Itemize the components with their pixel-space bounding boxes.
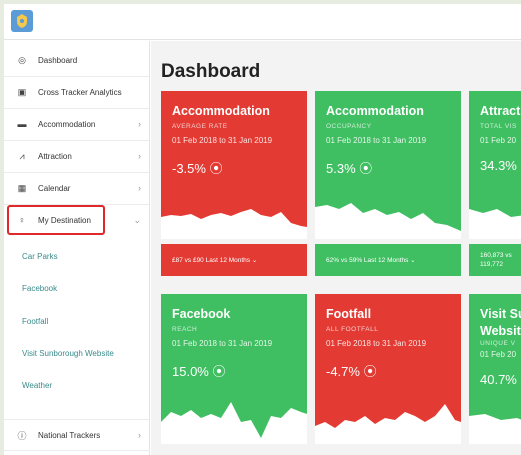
sidebar-item-calendar[interactable]: ▦ Calendar › — [4, 173, 150, 205]
calendar-icon: ▦ — [17, 182, 27, 193]
sparkline-area — [469, 414, 521, 444]
sidebar-item-cross-tracker-analytics[interactable]: ▣ Cross Tracker Analytics — [4, 77, 150, 109]
info-circle-icon: ⦿ — [363, 364, 377, 379]
chevron-right-icon: › — [138, 119, 141, 129]
card-attraction[interactable]: Attraction TOTAL VIS 01 Feb 20 34.3% — [469, 91, 521, 239]
info-circle-icon: ⦿ — [359, 161, 373, 176]
app-window: ◎ Dashboard ▣ Cross Tracker Analytics ▬ … — [4, 4, 521, 455]
sparkline-area — [315, 203, 461, 239]
sidebar-item-attraction[interactable]: ⩘ Attraction › — [4, 141, 150, 173]
chart-icon: ⩘ — [19, 150, 25, 161]
info-circle-icon: ⦿ — [209, 161, 223, 176]
sidebar-item-dashboard[interactable]: ◎ Dashboard — [4, 45, 150, 77]
card-footer-accommodation-average-rate[interactable]: £87 vs £90 Last 12 Months ⌄ — [161, 244, 307, 276]
card-footfall[interactable]: Footfall ALL FOOTFALL 01 Feb 2018 to 31 … — [315, 294, 461, 444]
dashboard-icon: ◎ — [18, 54, 26, 65]
main-content: Dashboard Accommodation AVERAGE RATE 01 … — [151, 41, 521, 455]
sidebar: ◎ Dashboard ▣ Cross Tracker Analytics ▬ … — [4, 41, 150, 455]
card-visit-sunborough-website[interactable]: Visit Sun Website UNIQUE V 01 Feb 20 40.… — [469, 294, 521, 444]
card-footer-attraction[interactable]: 160,873 vs 119,772 — [469, 244, 521, 276]
sidebar-subitem-weather[interactable]: Weather — [22, 381, 52, 390]
sidebar-item-accommodation[interactable]: ▬ Accommodation › — [4, 109, 150, 141]
sidebar-subitem-visit-sunborough-website[interactable]: Visit Sunborough Website — [22, 349, 114, 358]
info-icon: ⓘ — [17, 430, 27, 441]
info-circle-icon: ⦿ — [212, 364, 226, 379]
card-accommodation-average-rate[interactable]: Accommodation AVERAGE RATE 01 Feb 2018 t… — [161, 91, 307, 239]
chevron-right-icon: › — [138, 151, 141, 161]
card-facebook[interactable]: Facebook REACH 01 Feb 2018 to 31 Jan 201… — [161, 294, 307, 444]
bed-icon: ▬ — [17, 119, 27, 129]
selection-highlight — [7, 205, 105, 235]
sidebar-item-national-trackers[interactable]: ⓘ National Trackers › — [4, 419, 150, 451]
sparkline-area — [161, 209, 307, 239]
sidebar-subitem-facebook[interactable]: Facebook — [22, 284, 57, 293]
sidebar-subitem-car-parks[interactable]: Car Parks — [22, 252, 58, 261]
sidebar-subitem-footfall[interactable]: Footfall — [22, 317, 48, 326]
sparkline-area — [315, 404, 461, 444]
chevron-down-icon: ⌄ — [133, 215, 141, 225]
sparkline-area — [469, 209, 521, 239]
chevron-right-icon: › — [138, 183, 141, 193]
page-title: Dashboard — [161, 61, 261, 82]
app-logo-icon[interactable] — [11, 10, 33, 32]
top-bar — [4, 4, 521, 40]
chevron-right-icon: › — [138, 430, 141, 440]
card-footer-accommodation-occupancy[interactable]: 62% vs 59% Last 12 Months ⌄ — [315, 244, 461, 276]
card-accommodation-occupancy[interactable]: Accommodation OCCUPANCY 01 Feb 2018 to 3… — [315, 91, 461, 239]
image-icon: ▣ — [17, 86, 27, 97]
sparkline-area — [161, 402, 307, 444]
